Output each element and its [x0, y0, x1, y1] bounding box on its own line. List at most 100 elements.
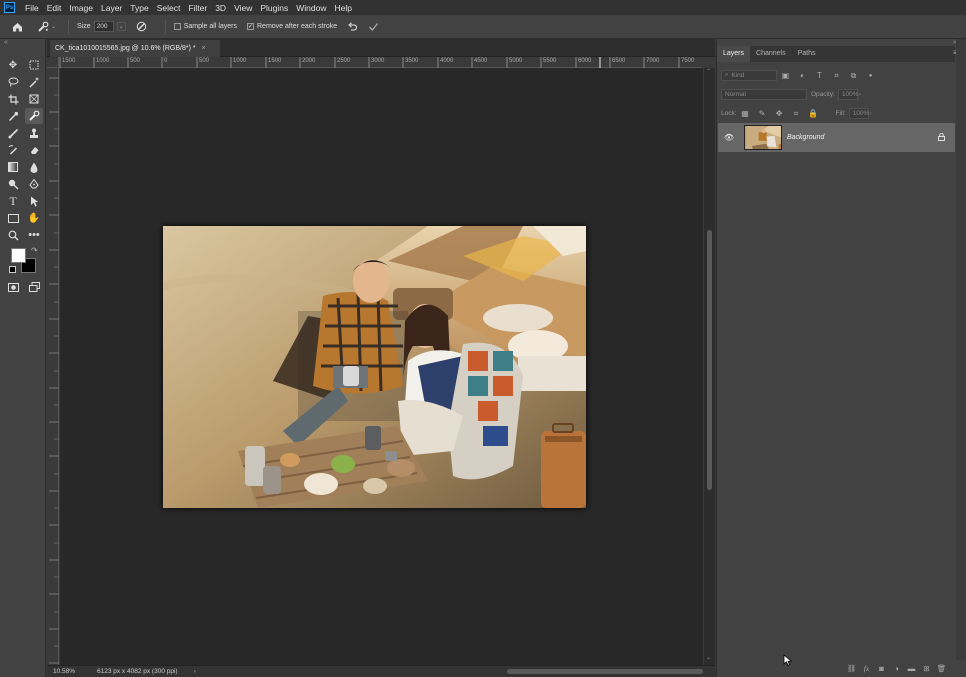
close-icon[interactable]: × — [202, 45, 206, 52]
size-input[interactable]: 200 — [93, 21, 114, 32]
link-layers-icon[interactable]: ⛓ — [844, 664, 859, 673]
marquee-tool-icon[interactable] — [25, 57, 43, 73]
lasso-tool-icon[interactable] — [4, 74, 22, 90]
crop-tool-icon[interactable] — [4, 91, 22, 107]
menu-help[interactable]: Help — [330, 3, 355, 13]
canvas-area[interactable] — [60, 68, 703, 665]
pen-tool-icon[interactable] — [25, 176, 43, 192]
blur-tool-icon[interactable] — [25, 159, 43, 175]
swap-colors-icon[interactable]: ↷ — [31, 246, 38, 255]
eye-icon[interactable]: 👁 — [720, 133, 738, 142]
opacity-input[interactable]: 100% — [837, 89, 858, 100]
status-menu-arrow[interactable]: › — [194, 668, 196, 675]
menu-plugins[interactable]: Plugins — [256, 3, 292, 13]
brush-size-control[interactable]: Size 200 ⌄ — [77, 21, 126, 32]
menu-select[interactable]: Select — [153, 3, 185, 13]
clone-stamp-tool-icon[interactable] — [25, 125, 43, 141]
menu-window[interactable]: Window — [292, 3, 330, 13]
foreground-color-swatch[interactable] — [11, 248, 26, 263]
lock-artboard-icon[interactable]: ⌗ — [792, 109, 801, 118]
layer-style-fx-icon[interactable]: fx — [859, 664, 874, 673]
move-tool-icon[interactable]: ✥ — [4, 57, 22, 73]
menu-edit[interactable]: Edit — [43, 3, 66, 13]
remove-after-stroke-checkbox[interactable]: ✓ Remove after each stroke — [247, 23, 337, 30]
new-adjustment-layer-icon[interactable]: ◑ — [889, 664, 904, 673]
menu-view[interactable]: View — [230, 3, 256, 13]
menu-file[interactable]: File — [21, 3, 43, 13]
size-dropdown-icon[interactable]: ⌄ — [116, 22, 126, 31]
history-brush-tool-icon[interactable] — [4, 142, 22, 158]
tab-channels[interactable]: Channels — [750, 46, 792, 62]
filter-adjustment-icon[interactable]: ◐ — [798, 71, 807, 80]
zoom-tool-icon[interactable] — [4, 227, 22, 243]
horizontal-scroll-thumb[interactable] — [507, 669, 703, 674]
filter-pixel-icon[interactable]: ▣ — [781, 71, 790, 80]
tool-preset-picker[interactable]: ⌄ — [37, 21, 56, 33]
new-group-icon[interactable]: ▬ — [904, 664, 919, 673]
menu-type[interactable]: Type — [126, 3, 152, 13]
menu-image[interactable]: Image — [65, 3, 97, 13]
more-tools-icon[interactable]: ••• — [25, 227, 43, 243]
eyedropper-tool-icon[interactable] — [4, 108, 22, 124]
layer-kind-filter[interactable]: ⌕ Kind — [721, 70, 777, 81]
layer-thumbnail[interactable] — [744, 125, 782, 150]
magic-wand-tool-icon[interactable] — [25, 74, 43, 90]
path-selection-tool-icon[interactable] — [25, 193, 43, 209]
app-logo[interactable]: Ps — [4, 2, 15, 13]
horizontal-ruler[interactable]: 1500 1000 500 0 500 1000 1500 2000 2500 … — [59, 57, 702, 68]
zoom-level[interactable]: 10.58% — [53, 668, 89, 675]
hand-tool-icon[interactable]: ✋ — [25, 210, 43, 226]
checkbox-unchecked[interactable] — [173, 23, 181, 30]
menu-layer[interactable]: Layer — [97, 3, 126, 13]
brush-tool-icon[interactable] — [4, 125, 22, 141]
layer-name[interactable]: Background — [787, 134, 824, 141]
collapse-toolbar-icon[interactable]: « — [4, 39, 8, 46]
document-tab[interactable]: CK_tica1010015565.jpg @ 10.6% (RGB/8*) *… — [50, 40, 220, 57]
quick-mask-icon[interactable] — [4, 279, 22, 295]
vertical-scrollbar[interactable]: ⌃ ⌄ — [704, 68, 715, 665]
checkbox-checked[interactable]: ✓ — [247, 23, 254, 30]
vertical-ruler[interactable] — [47, 68, 59, 665]
eraser-tool-icon[interactable] — [25, 142, 43, 158]
add-mask-icon[interactable]: ◙ — [874, 664, 889, 673]
gradient-tool-icon[interactable] — [4, 159, 22, 175]
vertical-scroll-thumb[interactable] — [707, 230, 712, 490]
screen-mode-icon[interactable] — [25, 279, 43, 295]
new-layer-icon[interactable]: ⊞ — [919, 664, 934, 673]
scroll-down-icon[interactable]: ⌄ — [706, 654, 711, 661]
tab-layers[interactable]: Layers — [717, 46, 751, 62]
horizontal-scrollbar[interactable] — [197, 666, 707, 677]
panel-scrollbar-track[interactable] — [956, 39, 966, 660]
home-button[interactable] — [12, 22, 23, 32]
delete-layer-icon[interactable]: 🗑 — [934, 664, 949, 673]
spot-healing-brush-tool-icon[interactable] — [25, 108, 43, 124]
filter-shape-icon[interactable]: ⌗ — [832, 71, 841, 80]
menu-filter[interactable]: Filter — [184, 3, 211, 13]
dodge-tool-icon[interactable] — [4, 176, 22, 192]
fill-input[interactable]: 100% — [848, 108, 869, 119]
tab-paths[interactable]: Paths — [792, 46, 822, 62]
undo-button[interactable] — [347, 21, 358, 32]
scroll-up-icon[interactable]: ⌃ — [706, 68, 711, 75]
fill-dropdown-icon[interactable]: › — [870, 110, 872, 117]
default-colors-icon[interactable] — [9, 266, 16, 273]
commit-button[interactable] — [368, 22, 379, 32]
lock-position-icon[interactable]: ✥ — [775, 109, 784, 118]
lock-icon[interactable] — [938, 132, 945, 143]
ruler-origin[interactable] — [47, 57, 59, 68]
frame-tool-icon[interactable] — [25, 91, 43, 107]
filter-smart-object-icon[interactable]: ⧉ — [849, 71, 858, 80]
brush-settings-button[interactable] — [136, 21, 147, 32]
filter-type-icon[interactable]: T — [815, 71, 824, 80]
lock-image-pixels-icon[interactable]: ✎ — [758, 109, 767, 118]
rectangle-tool-icon[interactable] — [4, 210, 22, 226]
type-tool-icon[interactable]: T — [4, 193, 22, 209]
lock-all-icon[interactable]: 🔒 — [808, 109, 818, 118]
layer-row-background[interactable]: 👁 Background — [718, 123, 955, 152]
document-info[interactable]: 6123 px x 4082 px (300 ppi) — [97, 668, 178, 675]
document-image[interactable] — [163, 226, 586, 508]
blend-mode-select[interactable]: Normal — [721, 89, 807, 100]
filter-toggle-icon[interactable]: ● — [866, 71, 875, 80]
sample-all-layers-checkbox[interactable]: Sample all layers — [173, 23, 237, 30]
lock-transparent-pixels-icon[interactable]: ▦ — [741, 109, 750, 118]
